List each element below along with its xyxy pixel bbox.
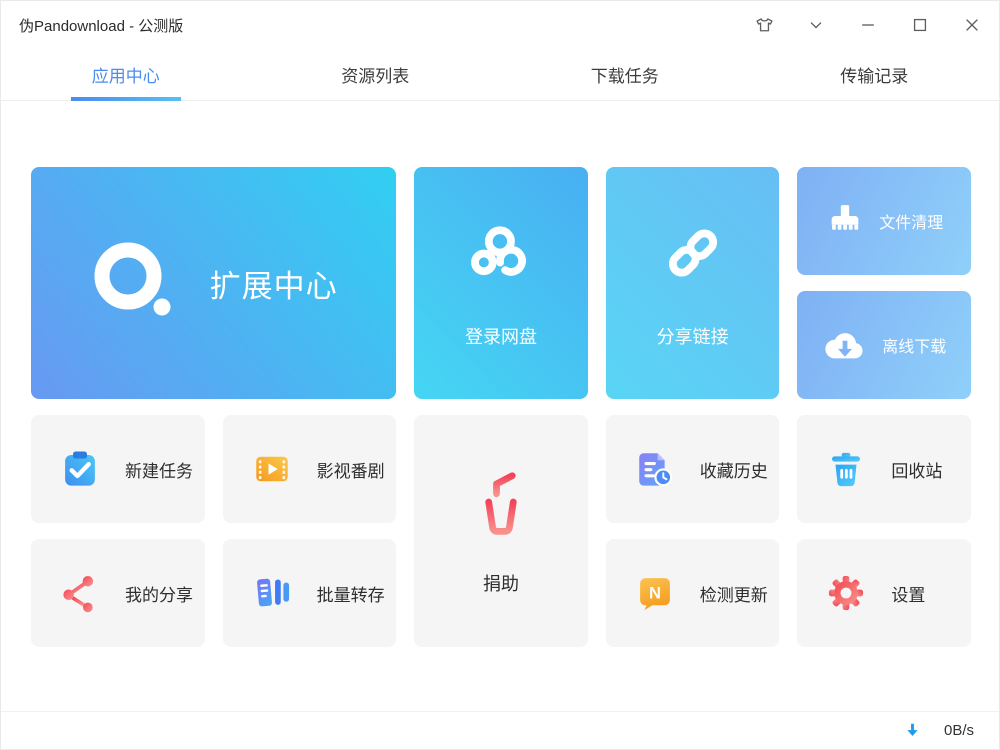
tile-label: 收藏历史 <box>699 461 768 481</box>
tile-label: 新建任务 <box>125 461 193 481</box>
tab-label: 传输记录 <box>840 67 909 86</box>
gear-icon <box>825 572 867 614</box>
tile-label: 回收站 <box>891 461 943 481</box>
theme-button[interactable] <box>751 12 777 38</box>
tab-label: 下载任务 <box>590 67 659 86</box>
tile-label: 影视番剧 <box>316 461 385 481</box>
tab-bar: 应用中心 资源列表 下载任务 传输记录 <box>1 49 999 101</box>
tile-file-cleanup[interactable]: 文件清理 <box>797 167 971 275</box>
chain-link-icon <box>664 221 722 285</box>
tab-download-tasks[interactable]: 下载任务 <box>500 49 750 100</box>
tile-label: 设置 <box>891 585 926 605</box>
n-glyph: N <box>649 583 661 602</box>
minimize-icon <box>858 15 878 35</box>
tile-new-task[interactable]: 新建任务 <box>31 415 205 523</box>
tab-resource-list[interactable]: 资源列表 <box>251 49 501 100</box>
tile-login-netdisk[interactable]: 登录网盘 <box>414 167 588 399</box>
tile-label: 捐助 <box>482 574 519 594</box>
tile-label: 文件清理 <box>879 215 944 232</box>
status-bar: 0B/s <box>1 711 999 749</box>
tile-batch-transfer[interactable]: 批量转存 <box>222 539 397 647</box>
tile-favorites-history[interactable]: 收藏历史 <box>605 415 780 523</box>
clipboard-check-icon <box>59 448 101 490</box>
download-arrow-icon <box>903 721 922 740</box>
tile-donate[interactable]: 捐助 <box>414 415 588 647</box>
n-badge-icon: N <box>634 572 676 614</box>
tile-movies[interactable]: 影视番剧 <box>222 415 397 523</box>
close-button[interactable] <box>959 12 985 38</box>
drink-cup-icon <box>465 466 537 538</box>
tile-label: 分享链接 <box>656 327 729 347</box>
ring-icon <box>90 240 176 326</box>
tile-label: 登录网盘 <box>464 327 537 347</box>
chevron-down-icon <box>806 15 826 35</box>
tile-share-link[interactable]: 分享链接 <box>605 167 780 399</box>
tab-label: 应用中心 <box>91 67 160 86</box>
minimize-button[interactable] <box>855 12 881 38</box>
maximize-icon <box>910 15 930 35</box>
close-icon <box>962 15 982 35</box>
collapse-button[interactable] <box>803 12 829 38</box>
document-clock-icon <box>634 448 676 490</box>
cloud-download-icon <box>822 322 868 368</box>
tile-label: 离线下载 <box>882 339 947 356</box>
batch-transfer-icon <box>251 572 293 614</box>
window-title: 伪Pandownload - 公测版 <box>19 17 184 35</box>
tile-offline-download[interactable]: 离线下载 <box>797 291 971 399</box>
tile-label: 扩展中心 <box>209 268 338 304</box>
maximize-button[interactable] <box>907 12 933 38</box>
brush-icon <box>825 201 865 241</box>
app-tile-grid: 扩展中心 登录网盘 分享链接 文件清理 离线下载 新建任务 影视番剧 捐助 收藏… <box>31 167 971 647</box>
tile-settings[interactable]: 设置 <box>797 539 971 647</box>
baidu-cloud-icon <box>470 221 532 285</box>
title-bar: 伪Pandownload - 公测版 <box>1 1 999 49</box>
share-nodes-icon <box>59 572 101 614</box>
tab-transfer-records[interactable]: 传输记录 <box>750 49 1000 100</box>
tile-my-shares[interactable]: 我的分享 <box>31 539 205 647</box>
tab-label: 资源列表 <box>341 67 410 86</box>
film-play-icon <box>251 448 293 490</box>
tile-extension-center[interactable]: 扩展中心 <box>31 167 397 399</box>
window-controls <box>751 12 985 38</box>
tile-label: 批量转存 <box>316 585 385 605</box>
tshirt-icon <box>754 15 775 36</box>
tile-label: 我的分享 <box>125 585 193 605</box>
download-speed: 0B/s <box>943 722 974 739</box>
trash-icon <box>825 448 867 490</box>
tab-app-center[interactable]: 应用中心 <box>1 49 251 100</box>
tile-check-update[interactable]: N 检测更新 <box>605 539 780 647</box>
tile-recycle-bin[interactable]: 回收站 <box>797 415 971 523</box>
tile-label: 检测更新 <box>699 585 768 605</box>
